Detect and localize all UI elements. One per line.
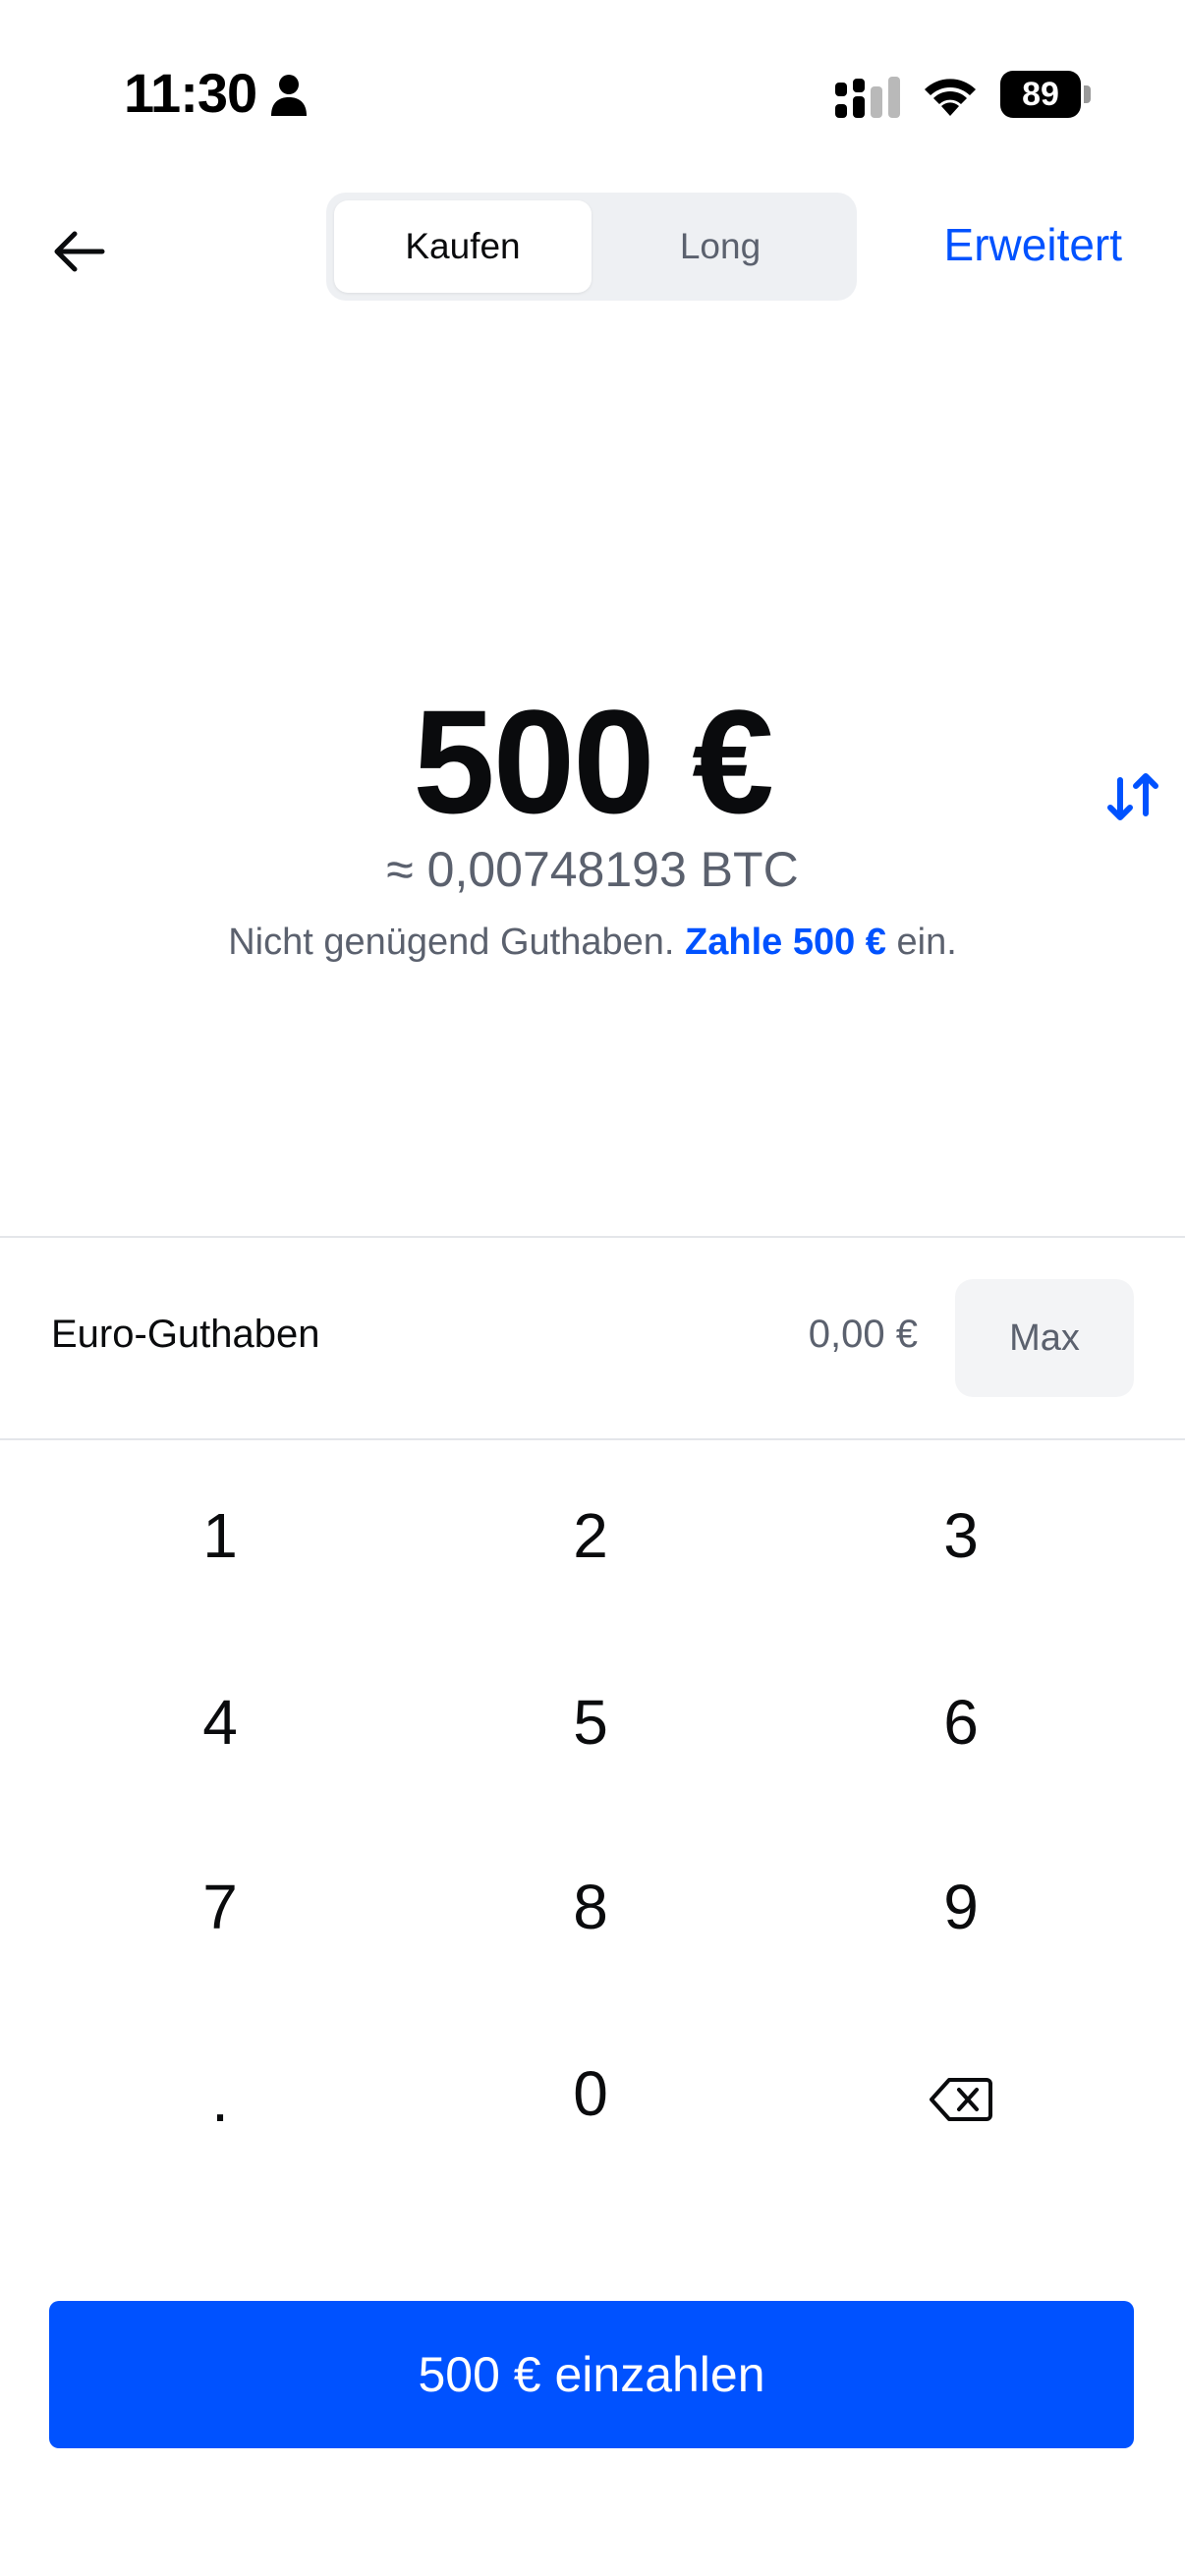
max-button[interactable]: Max [955, 1279, 1134, 1397]
swap-vertical-icon [1107, 773, 1158, 820]
advanced-button[interactable]: Erweitert [944, 218, 1122, 271]
battery-level: 89 [1000, 71, 1081, 118]
balance-row: Euro-Guthaben 0,00 € Max [0, 1238, 1185, 1438]
fiat-amount: 500 € [413, 679, 773, 844]
key-2[interactable]: 2 [443, 1462, 738, 1609]
status-bar: 11:30 89 [0, 0, 1185, 187]
status-time: 11:30 [124, 62, 257, 124]
backspace-button[interactable] [814, 2026, 1108, 2173]
battery-tip [1084, 85, 1091, 103]
key-3[interactable]: 3 [814, 1462, 1108, 1609]
wifi-icon [925, 79, 976, 116]
key-1[interactable]: 1 [73, 1462, 367, 1609]
tab-kaufen[interactable]: Kaufen [334, 200, 592, 293]
balance-value: 0,00 € [808, 1313, 918, 1356]
key-4[interactable]: 4 [73, 1649, 367, 1796]
crypto-equivalent: ≈ 0,00748193 BTC [386, 842, 799, 897]
key-5[interactable]: 5 [443, 1649, 738, 1796]
key-7[interactable]: 7 [73, 1833, 367, 1981]
back-button[interactable] [43, 216, 114, 287]
insufficient-balance-message: Nicht genügend Guthaben. Zahle 500 € ein… [0, 922, 1185, 964]
signal-icon [835, 77, 900, 118]
warning-prefix: Nicht genügend Guthaben. [228, 922, 675, 963]
backspace-icon [930, 2078, 992, 2121]
key-8[interactable]: 8 [443, 1833, 738, 1981]
key-6[interactable]: 6 [814, 1649, 1108, 1796]
divider [0, 1438, 1185, 1440]
buy-long-segmented-control: Kaufen Long [326, 193, 857, 301]
tab-long[interactable]: Long [592, 200, 849, 293]
key-9[interactable]: 9 [814, 1833, 1108, 1981]
battery-icon: 89 [1000, 71, 1091, 118]
person-icon [271, 75, 307, 116]
warning-suffix: ein. [896, 922, 957, 963]
balance-label: Euro-Guthaben [51, 1313, 320, 1356]
key-0[interactable]: 0 [443, 2020, 738, 2167]
arrow-left-icon [54, 231, 105, 272]
key-decimal[interactable]: . [73, 2026, 367, 2173]
deposit-button[interactable]: 500 € einzahlen [49, 2301, 1134, 2448]
deposit-link[interactable]: Zahle 500 € [685, 922, 886, 963]
swap-currency-button[interactable] [1099, 762, 1167, 831]
